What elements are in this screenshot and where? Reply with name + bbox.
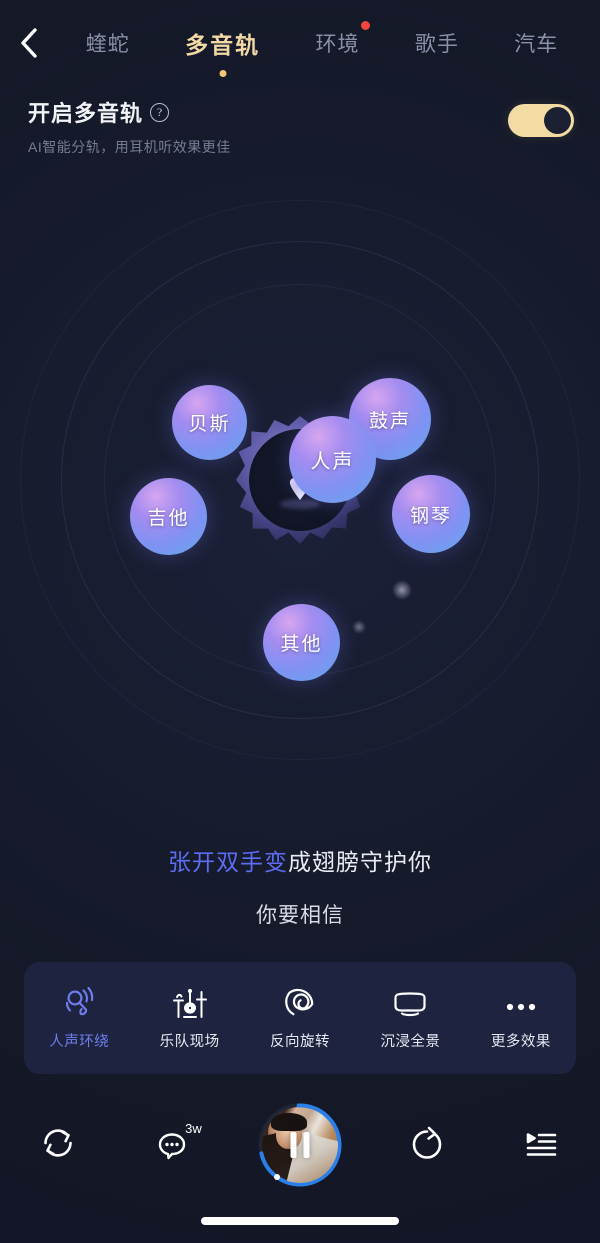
bubble-label: 鼓声 [368, 410, 411, 432]
bubble-label: 人声 [310, 451, 355, 473]
header-subtitle: AI智能分轨，用耳机听效果更佳 [28, 139, 231, 155]
effect-label: 人声环绕 [49, 1034, 110, 1050]
tab-label: 蝰蛇 [85, 33, 130, 56]
comment-count-badge: 3w [185, 1121, 202, 1136]
tab-label: 汽车 [514, 33, 559, 56]
tab-environment[interactable]: 环境 [313, 21, 371, 62]
page-title: 开启多音轨 [28, 101, 144, 126]
share-arrow-icon [408, 1124, 446, 1167]
bubble-label: 钢琴 [409, 505, 452, 527]
tab-label: 环境 [315, 33, 360, 56]
active-tab-indicator-dot [219, 70, 227, 77]
pause-icon [290, 1132, 310, 1158]
question-mark-icon[interactable]: ? [150, 102, 170, 122]
effect-label: 反向旋转 [270, 1034, 331, 1050]
effect-label: 乐队现场 [159, 1034, 220, 1050]
back-button[interactable] [0, 0, 58, 86]
lyric-line-next: 你要相信 [256, 903, 344, 927]
track-bubble-piano[interactable]: 钢琴 [392, 475, 470, 553]
tab-list: 蝰蛇 多音轨 环境 歌手 汽车 [58, 21, 600, 77]
bubble-label: 其他 [280, 634, 323, 655]
tab-label: 多音轨 [185, 32, 261, 58]
now-playing-artwork-button[interactable] [257, 1102, 343, 1188]
track-bubble-other[interactable]: 其他 [263, 604, 340, 681]
effects-panel: 人声环绕 乐队现场 反向旋转 沉浸全景 更多效果 [24, 962, 576, 1074]
drum-kit-icon [172, 985, 208, 1019]
track-visualizer: 贝斯 鼓声 人声 吉他 钢琴 其他 [0, 200, 600, 760]
spiral-icon [284, 985, 317, 1019]
toggle-knob [544, 107, 571, 134]
tab-multitrack[interactable]: 多音轨 [183, 22, 262, 77]
share-button[interactable] [396, 1114, 458, 1176]
core-shadow [280, 499, 320, 509]
effect-immersive-panorama[interactable]: 沉浸全景 [355, 985, 465, 1051]
lyric-highlight: 张开双手变 [168, 849, 288, 875]
multitrack-header: 开启多音轨 ? AI智能分轨，用耳机听效果更佳 [28, 96, 574, 166]
effect-more[interactable]: 更多效果 [466, 985, 576, 1051]
track-bubble-vocal[interactable]: 人声 [289, 416, 376, 503]
effect-live-band[interactable]: 乐队现场 [134, 985, 244, 1051]
lyric-line-current[interactable]: 张开双手变成翅膀守护你 [0, 848, 600, 877]
bubble-label: 吉他 [147, 508, 190, 529]
effect-label: 沉浸全景 [380, 1034, 441, 1050]
lyric-rest: 成翅膀守护你 [288, 849, 432, 875]
comment-button[interactable]: 3w [142, 1114, 204, 1176]
playlist-icon [523, 1126, 561, 1165]
more-dots-icon [504, 985, 538, 1019]
track-bubble-guitar[interactable]: 吉他 [130, 478, 207, 555]
repeat-mode-button[interactable] [27, 1114, 89, 1176]
repeat-refresh-icon [39, 1124, 77, 1167]
tab-car[interactable]: 汽车 [512, 24, 560, 62]
effect-label: 更多效果 [490, 1034, 551, 1050]
enable-multitrack-toggle[interactable] [508, 104, 574, 137]
home-indicator [201, 1217, 399, 1225]
panorama-screen-icon [391, 985, 429, 1019]
chevron-left-icon [19, 27, 39, 59]
microphone-surround-icon [62, 985, 96, 1019]
header-title-row: 开启多音轨 ? [28, 96, 574, 128]
track-bubble-bass[interactable]: 贝斯 [172, 385, 247, 460]
multitrack-screen: 蝰蛇 多音轨 环境 歌手 汽车 开启多音轨 ? AI智能分轨，用耳机听效果更佳 [0, 0, 600, 1243]
tab-viper[interactable]: 蝰蛇 [84, 24, 132, 62]
top-tab-bar: 蝰蛇 多音轨 环境 歌手 汽车 [0, 0, 600, 86]
lyrics-block: 张开双手变成翅膀守护你 你要相信 [0, 848, 600, 929]
tab-label: 歌手 [414, 33, 459, 56]
player-bar: 3w [0, 1099, 600, 1191]
artwork-detail [270, 1113, 307, 1131]
effect-reverse-rotation[interactable]: 反向旋转 [245, 985, 355, 1051]
bubble-label: 贝斯 [188, 414, 231, 435]
tab-singer[interactable]: 歌手 [413, 24, 461, 62]
effect-vocal-surround[interactable]: 人声环绕 [24, 985, 134, 1051]
playlist-button[interactable] [511, 1114, 573, 1176]
new-badge-dot [361, 21, 371, 30]
